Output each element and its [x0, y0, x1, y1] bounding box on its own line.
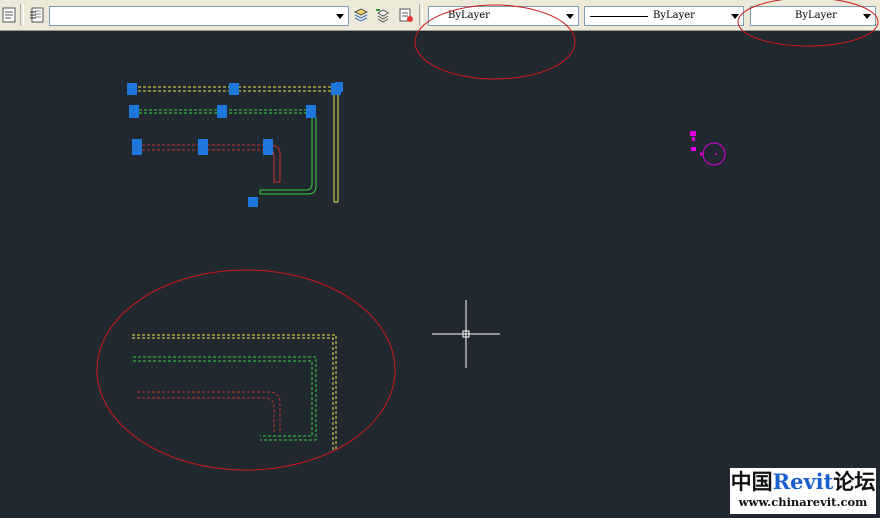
grip-handle[interactable]	[217, 105, 227, 118]
grip-handle[interactable]	[129, 105, 139, 118]
watermark-title-suffix: 论坛	[833, 469, 876, 494]
grip-handle[interactable]	[229, 83, 239, 95]
chevron-down-icon[interactable]	[861, 9, 873, 23]
linetype-dropdown-value: ByLayer	[653, 10, 695, 21]
crosshair-cursor	[432, 300, 500, 368]
site-watermark: 中国Revit论坛 www.chinarevit.com	[730, 468, 876, 514]
grip-handle[interactable]	[263, 139, 273, 155]
grip-handle[interactable]	[198, 139, 208, 155]
watermark-title: 中国Revit论坛	[730, 470, 876, 494]
unselected-duct-group[interactable]	[132, 334, 337, 451]
lineweight-dropdown[interactable]: ByLayer	[750, 6, 876, 26]
make-object-layer-current-icon[interactable]	[352, 5, 370, 25]
layer-states-icon[interactable]	[0, 5, 18, 25]
layer-dropdown[interactable]	[49, 6, 349, 26]
yellow-duct-vertical[interactable]	[333, 89, 339, 203]
annotation-ellipse-ducts	[96, 269, 396, 471]
chevron-down-icon[interactable]	[334, 9, 346, 23]
color-dropdown-value: ByLayer	[448, 10, 490, 21]
grip-handle[interactable]	[127, 83, 137, 95]
drawing-canvas[interactable]	[0, 31, 880, 518]
toolbar-separator	[20, 4, 24, 26]
layer-isolate-icon[interactable]	[397, 5, 415, 25]
chevron-down-icon[interactable]	[564, 9, 576, 23]
layer-properties-icon[interactable]	[28, 5, 46, 25]
red-duct-dashed[interactable]	[137, 391, 281, 432]
grip-handle[interactable]	[132, 139, 142, 155]
watermark-url: www.chinarevit.com	[738, 495, 868, 509]
linetype-dropdown[interactable]: ByLayer	[584, 6, 744, 26]
magenta-object[interactable]	[690, 131, 726, 166]
grip-handle[interactable]	[335, 82, 343, 92]
layer-previous-icon[interactable]	[374, 5, 392, 25]
linetype-preview-line	[590, 16, 648, 17]
watermark-title-prefix: 中国	[730, 469, 773, 494]
properties-toolbar: ByLayer ByLayer ByLayer	[0, 0, 880, 31]
grip-handle[interactable]	[306, 105, 316, 118]
lineweight-dropdown-value: ByLayer	[795, 10, 837, 21]
color-dropdown[interactable]: ByLayer	[428, 6, 579, 26]
yellow-duct-dashed[interactable]	[132, 334, 337, 451]
selected-duct-group[interactable]	[127, 82, 343, 207]
toolbar-separator	[419, 4, 423, 26]
grip-handle[interactable]	[248, 197, 258, 207]
watermark-title-brand: Revit	[772, 469, 834, 494]
chevron-down-icon[interactable]	[729, 9, 741, 23]
